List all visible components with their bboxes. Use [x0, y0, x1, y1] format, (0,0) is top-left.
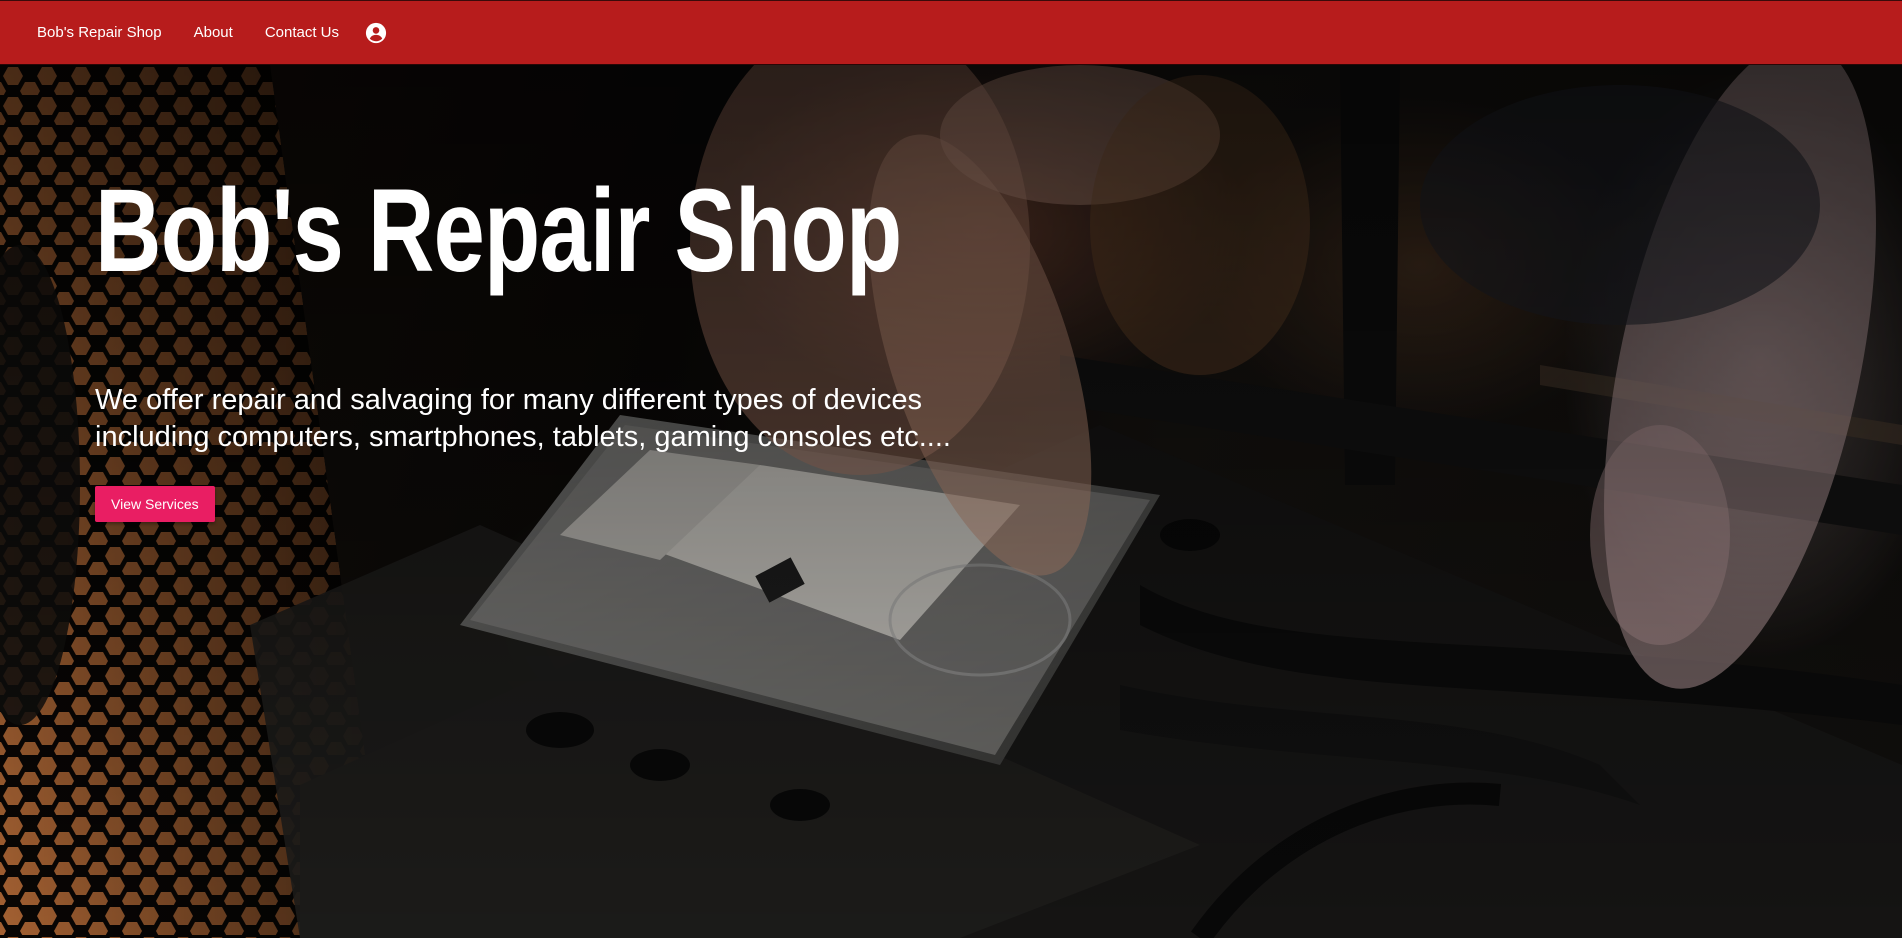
hero-title: Bob's Repair Shop: [95, 165, 902, 297]
nav-brand-link[interactable]: Bob's Repair Shop: [37, 24, 162, 41]
view-services-button[interactable]: View Services: [95, 486, 215, 522]
nav-about-link[interactable]: About: [194, 24, 233, 41]
hero-section: Bob's Repair Shop We offer repair and sa…: [0, 65, 1902, 938]
hero-content: Bob's Repair Shop We offer repair and sa…: [95, 172, 995, 522]
account-circle-icon[interactable]: [365, 22, 387, 44]
hero-description: We offer repair and salvaging for many d…: [95, 384, 951, 453]
top-navbar: Bob's Repair Shop About Contact Us: [0, 0, 1902, 65]
nav-contact-link[interactable]: Contact Us: [265, 24, 339, 41]
